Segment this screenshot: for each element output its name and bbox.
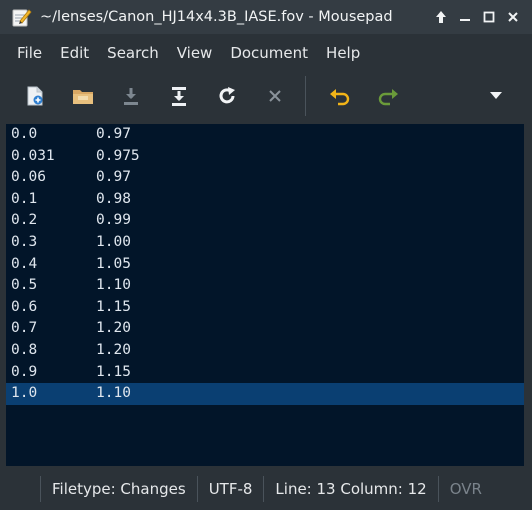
line-y-value: 1.15 bbox=[96, 298, 131, 315]
text-line[interactable]: 0.3 1.00 bbox=[6, 232, 524, 254]
reload-icon[interactable] bbox=[203, 76, 251, 116]
menu-view[interactable]: View bbox=[168, 38, 222, 68]
status-filetype[interactable]: Filetype: Changes bbox=[40, 476, 197, 502]
status-bar: Filetype: Changes UTF-8 Line: 13 Column:… bbox=[0, 468, 532, 510]
status-overwrite-mode[interactable]: OVR bbox=[437, 476, 493, 502]
line-y-value: 1.20 bbox=[96, 320, 131, 337]
line-y-value: 1.20 bbox=[96, 341, 131, 358]
menu-edit[interactable]: Edit bbox=[51, 38, 98, 68]
line-x-value: 0.0 bbox=[11, 126, 38, 142]
line-x-value: 0.031 bbox=[11, 147, 55, 164]
keep-above-icon[interactable] bbox=[430, 6, 452, 28]
text-line[interactable]: 0.6 1.15 bbox=[6, 297, 524, 319]
line-y-value: 0.975 bbox=[96, 147, 140, 164]
text-line[interactable]: 0.9 1.15 bbox=[6, 362, 524, 384]
line-y-value: 0.97 bbox=[96, 126, 131, 142]
line-x-value: 0.3 bbox=[11, 233, 38, 250]
line-x-value: 0.6 bbox=[11, 298, 38, 315]
status-encoding[interactable]: UTF-8 bbox=[196, 476, 264, 502]
close-icon[interactable] bbox=[251, 76, 299, 116]
overflow-menu-icon[interactable] bbox=[472, 76, 520, 116]
text-line[interactable]: 0.8 1.20 bbox=[6, 340, 524, 362]
line-x-value: 0.1 bbox=[11, 190, 38, 207]
line-x-value: 0.4 bbox=[11, 255, 38, 272]
text-line[interactable]: 1.0 1.10 bbox=[6, 383, 524, 405]
status-cursor-position: Line: 13 Column: 12 bbox=[263, 476, 437, 502]
line-x-value: 0.7 bbox=[11, 320, 38, 337]
text-editor[interactable]: 0.0 0.97 0.031 0.975 0.06 0.97 0.1 0.98 0.2 0.99 0… bbox=[6, 124, 524, 466]
text-line[interactable]: 0.7 1.20 bbox=[6, 318, 524, 340]
line-y-value: 1.10 bbox=[96, 385, 131, 402]
line-x-value: 0.06 bbox=[11, 169, 46, 186]
toolbar-separator bbox=[305, 76, 306, 116]
minimize-icon[interactable] bbox=[454, 6, 476, 28]
menu-file[interactable]: File bbox=[0, 38, 51, 68]
notepad-pencil-icon bbox=[10, 6, 32, 28]
line-y-value: 1.15 bbox=[96, 363, 131, 380]
text-line[interactable]: 0.031 0.975 bbox=[6, 146, 524, 168]
line-y-value: 0.99 bbox=[96, 212, 131, 229]
new-document-icon[interactable] bbox=[11, 76, 59, 116]
redo-icon[interactable] bbox=[364, 76, 412, 116]
menu-search[interactable]: Search bbox=[98, 38, 168, 68]
text-line[interactable]: 0.0 0.97 bbox=[6, 124, 524, 146]
line-y-value: 1.10 bbox=[96, 277, 131, 294]
close-window-icon[interactable] bbox=[502, 6, 524, 28]
line-x-value: 0.9 bbox=[11, 363, 38, 380]
line-y-value: 0.98 bbox=[96, 190, 131, 207]
title-bar: ~/lenses/Canon_HJ14x4.3B_IASE.fov - Mous… bbox=[0, 0, 532, 34]
line-y-value: 1.05 bbox=[96, 255, 131, 272]
menu-help[interactable]: Help bbox=[317, 38, 369, 68]
line-x-value: 0.8 bbox=[11, 341, 38, 358]
text-line[interactable]: 0.4 1.05 bbox=[6, 254, 524, 276]
line-x-value: 0.2 bbox=[11, 212, 38, 229]
line-x-value: 0.5 bbox=[11, 277, 38, 294]
open-folder-icon[interactable] bbox=[59, 76, 107, 116]
line-x-value: 1.0 bbox=[11, 385, 38, 402]
text-line[interactable]: 0.2 0.99 bbox=[6, 210, 524, 232]
maximize-icon[interactable] bbox=[478, 6, 500, 28]
window-title: ~/lenses/Canon_HJ14x4.3B_IASE.fov - Mous… bbox=[40, 9, 393, 25]
toolbar bbox=[0, 70, 532, 122]
text-line[interactable]: 0.06 0.97 bbox=[6, 167, 524, 189]
save-icon[interactable] bbox=[107, 76, 155, 116]
undo-icon[interactable] bbox=[316, 76, 364, 116]
text-line[interactable]: 0.5 1.10 bbox=[6, 275, 524, 297]
line-y-value: 0.97 bbox=[96, 169, 131, 186]
text-line[interactable]: 0.1 0.98 bbox=[6, 189, 524, 211]
menu-document[interactable]: Document bbox=[221, 38, 317, 68]
menu-bar: File Edit Search View Document Help bbox=[0, 38, 532, 68]
line-y-value: 1.00 bbox=[96, 233, 131, 250]
save-as-icon[interactable] bbox=[155, 76, 203, 116]
